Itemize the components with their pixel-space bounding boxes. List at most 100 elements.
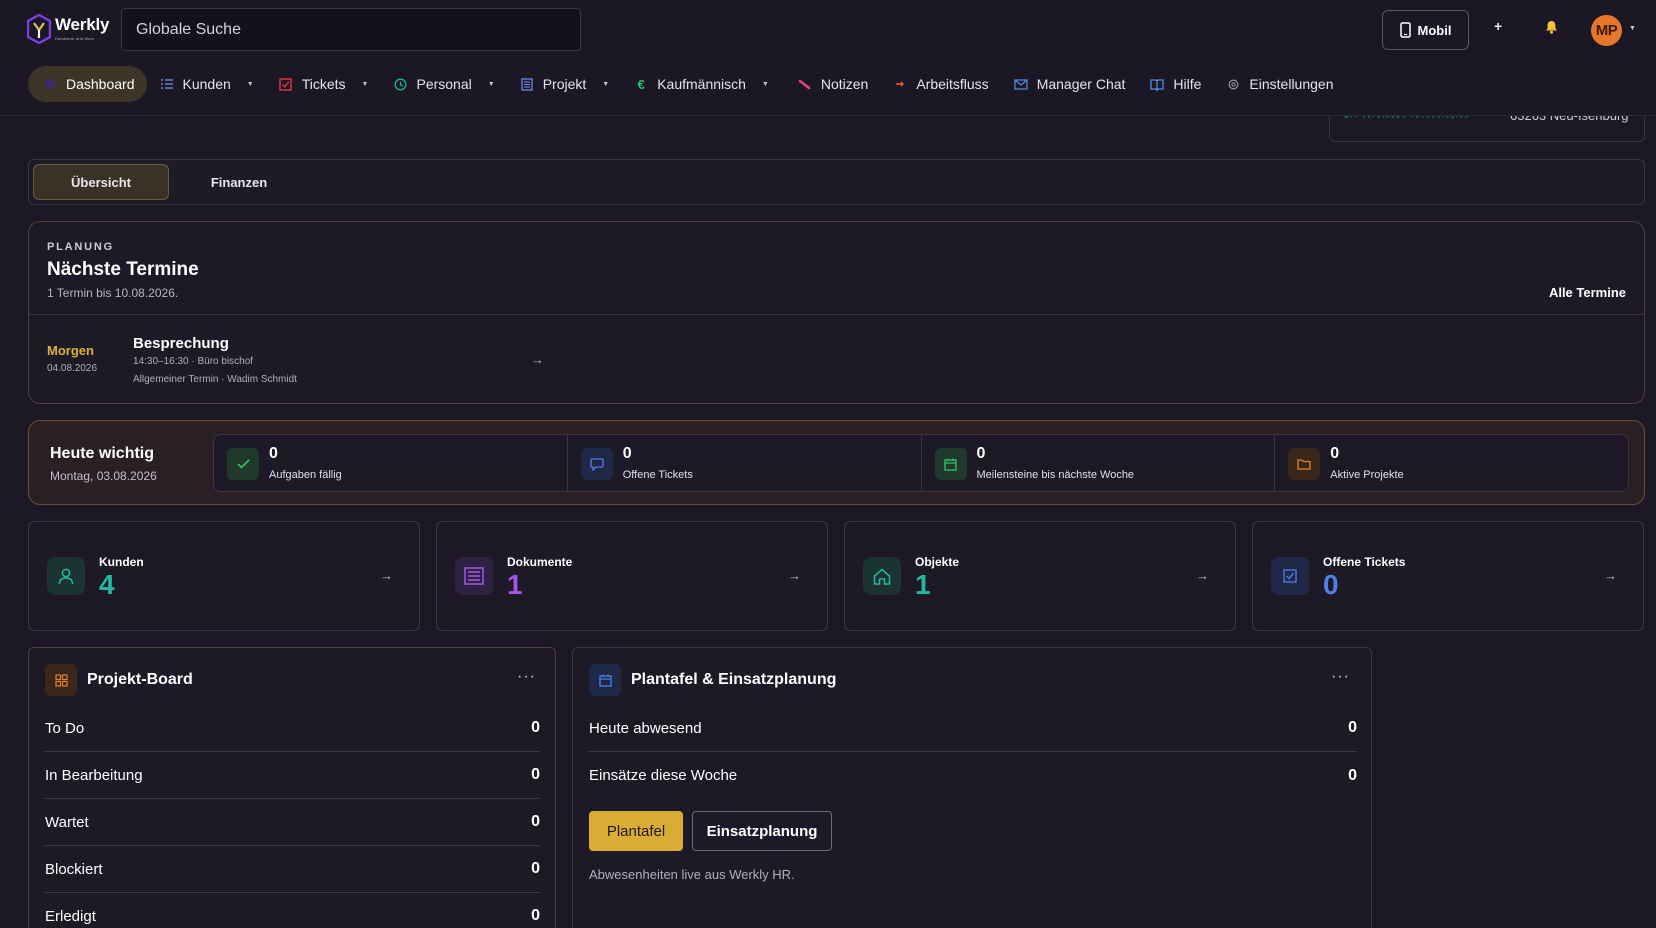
today-important-card: Heute wichtig Montag, 03.08.2026 0 Aufga…: [28, 420, 1645, 505]
row-value: 0: [531, 907, 540, 924]
stat-label: Meilensteine bis nächste Woche: [976, 469, 1135, 481]
stat-active-projects[interactable]: 0 Aktive Projekte: [1275, 435, 1628, 491]
top-bar: Werkly Handwerk and More Mobil + MP ▼: [0, 0, 1656, 116]
chevron-down-icon: ▼: [761, 80, 769, 88]
kpi-value: 1: [915, 569, 931, 600]
row-label: Heute abwesend: [589, 719, 702, 737]
nav-item-arbeitsfluss[interactable]: Arbeitsfluss: [880, 66, 1000, 102]
flow-icon: [892, 76, 908, 92]
plantafel-button[interactable]: Plantafel: [589, 811, 683, 851]
nav-item-kunden[interactable]: Kunden ▼: [147, 66, 266, 102]
row-value: 0: [1348, 719, 1357, 736]
board-row[interactable]: Erledigt 0: [45, 893, 540, 928]
board-row[interactable]: To Do 0: [45, 705, 540, 752]
arrow-right-icon[interactable]: →: [531, 352, 544, 367]
stat-value: 0: [976, 445, 986, 462]
user-avatar[interactable]: MP: [1591, 15, 1622, 46]
nav-label: Projekt: [542, 76, 587, 92]
today-stats: 0 Aufgaben fällig 0 Offene Tickets 0 Mei…: [213, 434, 1629, 492]
folder-icon: [1288, 448, 1321, 480]
list-icon: [455, 557, 493, 595]
clock-icon: [392, 76, 408, 92]
nav-item-kaufmaennisch[interactable]: € Kaufmännisch ▼: [621, 66, 781, 102]
more-options-icon[interactable]: ···: [517, 668, 536, 686]
stat-label: Offene Tickets: [622, 469, 693, 481]
book-icon: [1149, 76, 1165, 92]
project-board-card: Projekt-Board ··· To Do 0 In Bearbeitung…: [28, 647, 556, 928]
nav-item-tickets[interactable]: Tickets ▼: [266, 66, 381, 102]
kpi-card-kunden[interactable]: Kunden 4 →: [28, 521, 420, 631]
row-label: Erledigt: [45, 907, 96, 925]
chevron-down-icon: ▼: [602, 80, 610, 88]
nav-item-personal[interactable]: Personal ▼: [380, 66, 506, 102]
today-title: Heute wichtig: [50, 445, 155, 462]
euro-icon: €: [637, 76, 645, 92]
stat-label: Aktive Projekte: [1330, 469, 1404, 481]
main-nav: Dashboard Kunden ▼ Tickets ▼ Personal ▼ …: [28, 66, 1345, 102]
notifications-button[interactable]: [1545, 20, 1558, 39]
calendar-icon: [934, 448, 967, 480]
nav-label: Einstellungen: [1249, 76, 1334, 92]
nav-item-einstellungen[interactable]: Einstellungen: [1213, 66, 1345, 102]
add-button[interactable]: +: [1494, 18, 1502, 34]
stat-milestones[interactable]: 0 Meilensteine bis nächste Woche: [922, 435, 1276, 491]
all-appointments-link[interactable]: Alle Termine: [1549, 285, 1626, 300]
nav-label: Dashboard: [66, 76, 135, 92]
row-value: 0: [531, 719, 540, 736]
chevron-down-icon: ▼: [246, 80, 254, 88]
gear-icon: [1225, 76, 1241, 92]
event-date: 04.08.2026: [47, 363, 98, 374]
bell-icon: [1546, 21, 1557, 34]
nav-item-dashboard[interactable]: Dashboard: [28, 66, 147, 102]
more-options-icon[interactable]: ···: [1331, 668, 1350, 686]
document-icon: [519, 76, 535, 92]
board-row[interactable]: Blockiert 0: [45, 846, 540, 893]
nav-label: Manager Chat: [1036, 76, 1126, 92]
stat-tasks-due[interactable]: 0 Aufgaben fällig: [214, 435, 568, 491]
tab-uebersicht[interactable]: Übersicht: [33, 164, 169, 200]
board-row[interactable]: In Bearbeitung 0: [45, 752, 540, 799]
card-header: Projekt-Board: [45, 664, 193, 696]
tab-finanzen[interactable]: Finanzen: [179, 164, 299, 200]
divider: [29, 314, 1644, 315]
row-label: Blockiert: [45, 860, 103, 878]
arrow-right-icon: →: [380, 568, 393, 583]
nav-label: Tickets: [301, 76, 346, 92]
arrow-right-icon: →: [788, 568, 801, 583]
card-header: Plantafel & Einsatzplanung: [589, 664, 836, 696]
stat-value: 0: [269, 445, 278, 462]
chevron-down-icon[interactable]: ▼: [1629, 25, 1636, 32]
list-icon: [159, 76, 175, 92]
kpi-value: 1: [507, 569, 523, 600]
kpi-label: Offene Tickets: [1323, 555, 1406, 569]
kpi-card-objekte[interactable]: Objekte 1 →: [844, 521, 1236, 631]
logo-mark-icon: [27, 14, 51, 44]
mobil-button[interactable]: Mobil: [1382, 10, 1469, 50]
mobil-label: Mobil: [1417, 22, 1452, 38]
global-search-input[interactable]: [121, 8, 581, 51]
nav-item-manager-chat[interactable]: Manager Chat: [1001, 66, 1138, 102]
app-logo[interactable]: Werkly Handwerk and More: [27, 14, 109, 44]
pen-icon: [797, 76, 813, 92]
nav-item-hilfe[interactable]: Hilfe: [1137, 66, 1213, 102]
grid-icon: [45, 664, 77, 696]
chevron-down-icon: ▼: [487, 80, 495, 88]
section-subtitle: 1 Termin bis 10.08.2026.: [47, 286, 179, 300]
kpi-value: 0: [1323, 569, 1339, 600]
arrow-right-icon: →: [1196, 568, 1209, 583]
event-title[interactable]: Besprechung: [133, 335, 229, 352]
einsatzplanung-button[interactable]: Einsatzplanung: [692, 811, 832, 851]
kpi-label: Dokumente: [507, 555, 573, 569]
kpi-card-dokumente[interactable]: Dokumente 1 →: [436, 521, 828, 631]
upcoming-appointments-card: PLANUNG Nächste Termine 1 Termin bis 10.…: [28, 221, 1645, 404]
row-value: 0: [531, 813, 540, 830]
home-icon: [863, 557, 901, 595]
plan-row[interactable]: Einsätze diese Woche 0: [589, 752, 1357, 799]
row-value: 0: [531, 860, 540, 877]
nav-item-projekt[interactable]: Projekt ▼: [507, 66, 622, 102]
kpi-card-offene-tickets[interactable]: Offene Tickets 0 →: [1252, 521, 1644, 631]
board-row[interactable]: Wartet 0: [45, 799, 540, 846]
nav-item-notizen[interactable]: Notizen: [781, 66, 880, 102]
plan-row[interactable]: Heute abwesend 0: [589, 705, 1357, 752]
stat-open-tickets[interactable]: 0 Offene Tickets: [568, 435, 922, 491]
